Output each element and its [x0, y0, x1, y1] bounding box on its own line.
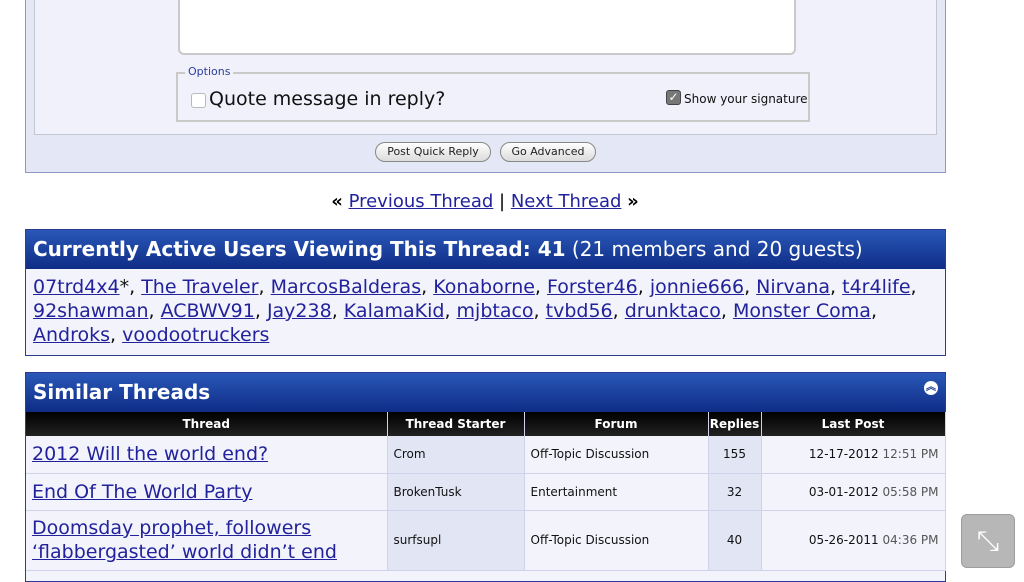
thread-link[interactable]: 2012 Will the world end? — [32, 443, 268, 465]
active-user-list: 07trd4x4*, The Traveler, MarcosBalderas,… — [33, 276, 917, 346]
user-link[interactable]: Androks — [33, 324, 110, 346]
collapse-icon[interactable]: ︽ — [924, 381, 938, 395]
user-link[interactable]: KalamaKid — [344, 300, 445, 322]
forum-cell: Entertainment — [524, 473, 709, 511]
last-post-cell: 12-17-2012 12:51 PM — [761, 436, 946, 474]
user-link[interactable]: 07trd4x4 — [33, 276, 120, 298]
last-post-cell: 03-01-2012 05:58 PM — [761, 473, 946, 511]
user-link[interactable]: voodootruckers — [122, 324, 269, 346]
forum-cell: Off-Topic Discussion — [524, 510, 709, 571]
user-link[interactable]: t4r4life — [842, 276, 910, 298]
last-post-date: 03-01-2012 — [808, 484, 879, 499]
shrink-icon[interactable]: ⤡ — [961, 514, 1015, 568]
go-advanced-button[interactable]: Go Advanced — [500, 142, 596, 162]
thread-link[interactable]: End Of The World Party — [32, 481, 252, 503]
quick-reply-inner: Options Quote message in reply? ✓ Show y… — [34, 0, 937, 135]
thread-starter-cell: BrokenTusk — [387, 473, 525, 511]
thread-title-cell: 2012 Will the world end? — [26, 436, 388, 474]
signature-checkbox[interactable]: ✓ — [666, 90, 681, 105]
table-row: 2012 Will the world end? Crom Off-Topic … — [26, 436, 946, 474]
user-link[interactable]: The Traveler — [141, 276, 258, 298]
last-post-date: 05-26-2011 — [808, 533, 879, 547]
last-post-date: 12-17-2012 — [808, 447, 879, 462]
last-post-cell: 05-26-2011 04:36 PM — [761, 510, 946, 571]
similar-threads-table: Thread Thread Starter Forum Replies Last… — [26, 412, 946, 571]
thread-title-cell: End Of The World Party — [26, 473, 388, 511]
column-header-forum[interactable]: Forum — [524, 412, 709, 436]
user-marker: * — [119, 276, 130, 298]
user-link[interactable]: ACBWV91 — [161, 300, 255, 322]
user-link[interactable]: Konaborne — [433, 276, 535, 298]
user-link[interactable]: Monster Coma — [733, 300, 871, 322]
post-quick-reply-button[interactable]: Post Quick Reply — [375, 142, 491, 162]
table-row: End Of The World Party BrokenTusk Entert… — [26, 473, 946, 511]
last-post-time: 04:36 PM — [882, 533, 939, 547]
column-header-replies[interactable]: Replies — [708, 412, 762, 436]
user-link[interactable]: tvbd56 — [546, 300, 613, 322]
quote-label[interactable]: Quote message in reply? — [209, 88, 445, 110]
next-marks: » — [627, 191, 639, 212]
previous-thread-link[interactable]: Previous Thread — [349, 191, 494, 212]
quick-reply-panel: Options Quote message in reply? ✓ Show y… — [25, 0, 946, 173]
thread-title-cell: Doomsday prophet, followers ‘flabbergast… — [26, 510, 388, 571]
replies-cell: 32 — [708, 473, 762, 511]
similar-threads-box: Similar Threads ︽ Thread Thread Starter … — [25, 372, 946, 582]
active-users-title: Currently Active Users Viewing This Thre… — [33, 237, 566, 261]
thread-starter-cell: Crom — [387, 436, 525, 474]
signature-label[interactable]: Show your signature — [684, 92, 808, 106]
last-post-time: 12:51 PM — [882, 447, 939, 462]
user-link[interactable]: Jay238 — [267, 300, 332, 322]
active-users-counts: (21 members and 20 guests) — [565, 237, 863, 261]
column-header-last-post[interactable]: Last Post — [761, 412, 946, 436]
user-link[interactable]: Nirvana — [756, 276, 830, 298]
column-header-thread[interactable]: Thread — [26, 412, 388, 436]
forum-cell: Off-Topic Discussion — [524, 436, 709, 474]
user-link[interactable]: jonnie666 — [650, 276, 744, 298]
reply-textarea[interactable] — [178, 0, 796, 55]
nav-separator: | — [499, 191, 506, 212]
quote-checkbox[interactable] — [191, 93, 206, 108]
options-legend: Options — [185, 65, 234, 78]
prev-marks: « — [331, 191, 343, 212]
user-link[interactable]: drunktaco — [625, 300, 721, 322]
similar-threads-header: Similar Threads ︽ — [26, 373, 945, 412]
user-link[interactable]: 92shawman — [33, 300, 149, 322]
active-users-box: Currently Active Users Viewing This Thre… — [25, 229, 946, 356]
options-fieldset: Options Quote message in reply? ✓ Show y… — [176, 65, 810, 122]
thread-link[interactable]: Doomsday prophet, followers ‘flabbergast… — [32, 517, 337, 563]
user-link[interactable]: MarcosBalderas — [271, 276, 421, 298]
active-users-header: Currently Active Users Viewing This Thre… — [26, 230, 945, 269]
next-thread-link[interactable]: Next Thread — [511, 191, 622, 212]
similar-threads-title: Similar Threads — [33, 380, 211, 404]
table-header-row: Thread Thread Starter Forum Replies Last… — [26, 412, 946, 436]
user-link[interactable]: Forster46 — [547, 276, 638, 298]
last-post-time: 05:58 PM — [882, 484, 939, 499]
table-row: Doomsday prophet, followers ‘flabbergast… — [26, 510, 946, 571]
replies-cell: 40 — [708, 510, 762, 571]
thread-navigation: « Previous Thread | Next Thread » — [0, 191, 970, 212]
replies-cell: 155 — [708, 436, 762, 474]
thread-starter-cell: surfsupl — [387, 510, 525, 571]
column-header-starter[interactable]: Thread Starter — [387, 412, 525, 436]
user-link[interactable]: mjbtaco — [457, 300, 534, 322]
